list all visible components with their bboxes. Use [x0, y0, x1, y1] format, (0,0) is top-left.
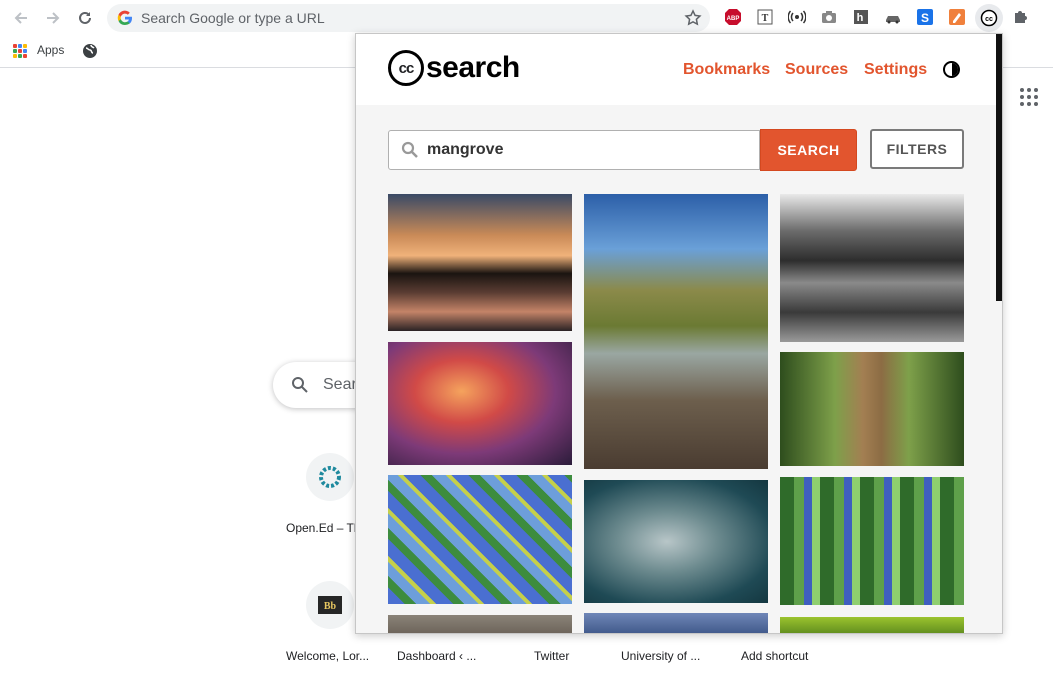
- search-icon: [401, 141, 418, 158]
- search-button[interactable]: SEARCH: [760, 129, 857, 171]
- shortcut-label-twitter[interactable]: Twitter: [534, 649, 569, 663]
- image-result-5[interactable]: [584, 194, 768, 469]
- image-result-7[interactable]: [584, 613, 768, 633]
- popup-scrollbar[interactable]: [996, 34, 1002, 301]
- forward-button[interactable]: [41, 6, 65, 30]
- ntp-search-placeholder: Sear: [323, 376, 357, 393]
- creative-commons-icon[interactable]: cc: [975, 4, 1003, 32]
- browser-toolbar: Search Google or type a URL ABP T h S cc: [0, 0, 1053, 36]
- text-icon[interactable]: T: [756, 8, 774, 26]
- car-icon[interactable]: [884, 8, 902, 26]
- shortcut-label-university[interactable]: University of ...: [621, 649, 700, 663]
- image-result-8[interactable]: [780, 194, 964, 342]
- apps-bookmark[interactable]: Apps: [37, 43, 64, 57]
- open-ed-icon: [319, 466, 341, 488]
- svg-text:T: T: [762, 13, 769, 24]
- shortcut-label-open-ed[interactable]: Open.Ed – Tl: [286, 521, 357, 535]
- arrow-right-icon: [47, 12, 60, 24]
- cc-search-logo: cc search: [388, 50, 520, 86]
- popup-header: cc search Bookmarks Sources Settings: [356, 34, 1002, 105]
- google-icon: [117, 10, 132, 26]
- s-icon[interactable]: S: [916, 8, 934, 26]
- image-result-11[interactable]: [780, 617, 964, 633]
- image-result-2[interactable]: [388, 342, 572, 465]
- adblock-plus-icon[interactable]: ABP: [724, 8, 742, 26]
- cc-search-popup: cc search Bookmarks Sources Settings SEA…: [355, 33, 1003, 634]
- reload-icon: [79, 11, 91, 24]
- search-input[interactable]: [427, 139, 747, 161]
- contrast-toggle-icon[interactable]: [943, 61, 960, 78]
- pen-icon[interactable]: [948, 8, 966, 26]
- camera-icon[interactable]: [820, 8, 838, 26]
- hypothesis-icon[interactable]: h: [852, 8, 870, 26]
- nav-settings[interactable]: Settings: [864, 61, 927, 79]
- puzzle-icon[interactable]: [1012, 8, 1030, 26]
- globe-icon[interactable]: [82, 43, 98, 59]
- star-icon[interactable]: [684, 9, 702, 27]
- image-result-1[interactable]: [388, 194, 572, 331]
- search-icon: [292, 377, 308, 393]
- image-result-10[interactable]: [780, 477, 964, 605]
- image-result-4[interactable]: [388, 615, 572, 633]
- shortcut-tile-open-ed[interactable]: [306, 453, 354, 501]
- shortcut-tile-blackboard[interactable]: Bb: [306, 581, 354, 629]
- cc-logo-mark: cc: [388, 50, 424, 86]
- filters-button[interactable]: FILTERS: [870, 129, 964, 169]
- svg-text:cc: cc: [985, 16, 993, 23]
- shortcut-label-add[interactable]: Add shortcut: [741, 649, 808, 663]
- svg-text:S: S: [921, 11, 929, 25]
- cc-logo-wordmark: search: [426, 51, 520, 84]
- search-field[interactable]: [388, 130, 760, 170]
- reload-button[interactable]: [73, 6, 97, 30]
- svg-text:h: h: [857, 12, 864, 24]
- back-button[interactable]: [9, 6, 33, 30]
- google-apps-icon[interactable]: [1020, 88, 1038, 106]
- svg-text:Bb: Bb: [324, 601, 337, 612]
- image-result-9[interactable]: [780, 352, 964, 466]
- omnibox-placeholder: Search Google or type a URL: [141, 10, 325, 26]
- blackboard-icon: Bb: [318, 596, 342, 614]
- shortcut-label-welcome[interactable]: Welcome, Lor...: [286, 649, 369, 663]
- nav-bookmarks[interactable]: Bookmarks: [683, 61, 770, 79]
- shortcut-label-dashboard[interactable]: Dashboard ‹ ...: [397, 649, 476, 663]
- image-result-6[interactable]: [584, 480, 768, 603]
- apps-grid-icon[interactable]: [13, 44, 27, 58]
- broadcast-icon[interactable]: [788, 8, 806, 26]
- nav-sources[interactable]: Sources: [785, 61, 848, 79]
- image-result-3[interactable]: [388, 475, 572, 604]
- arrow-left-icon: [14, 12, 27, 24]
- svg-text:ABP: ABP: [727, 16, 740, 22]
- omnibox[interactable]: Search Google or type a URL: [107, 4, 710, 32]
